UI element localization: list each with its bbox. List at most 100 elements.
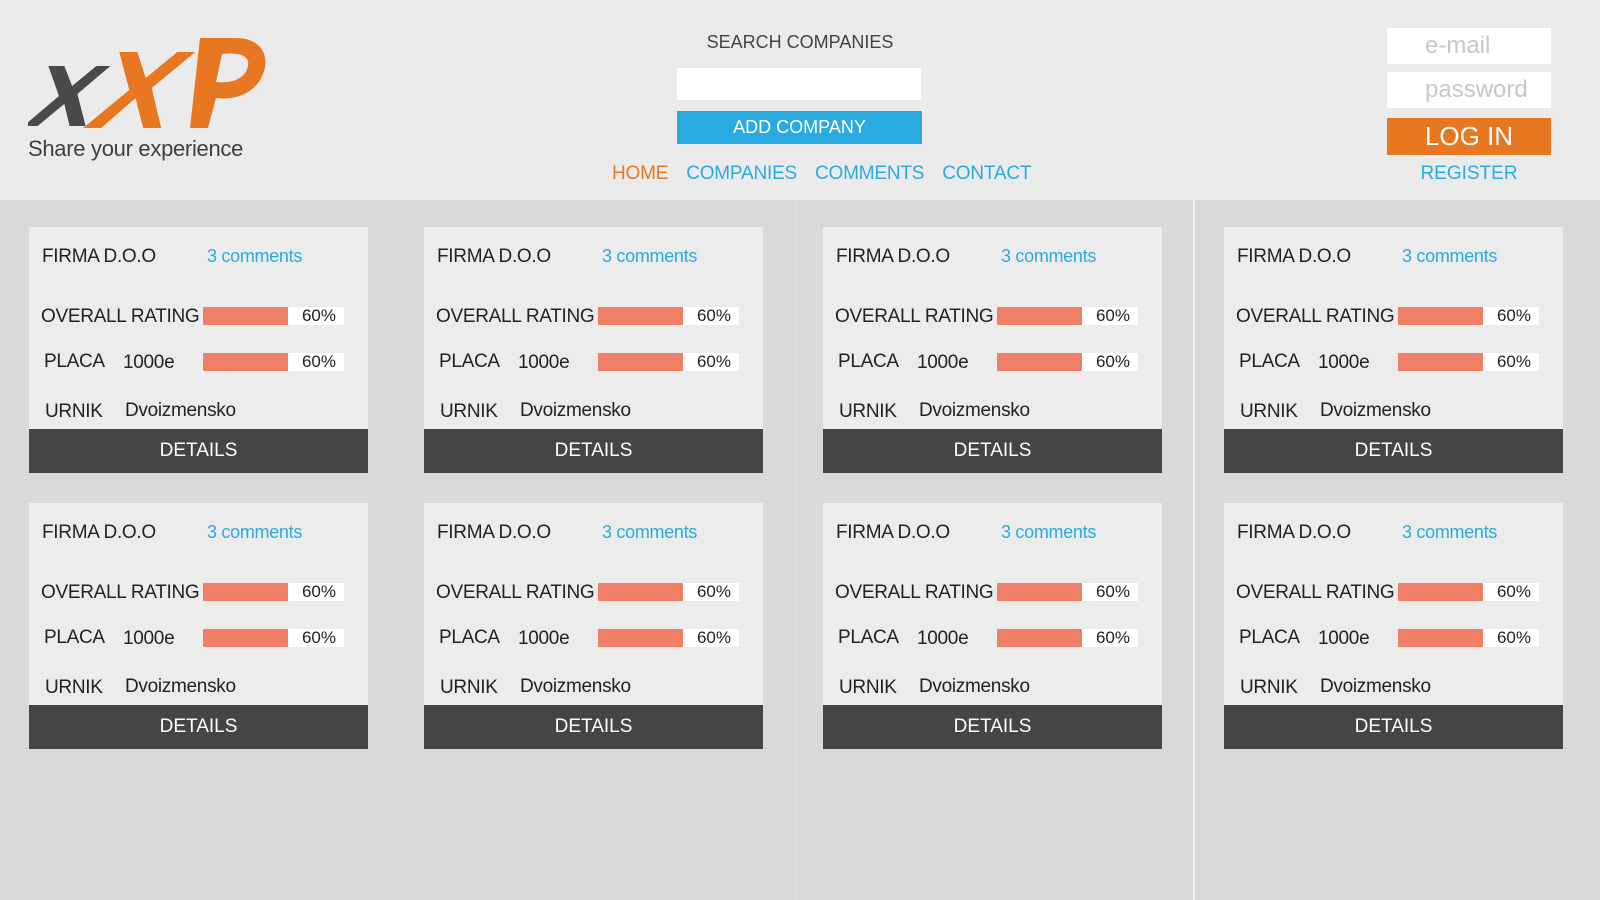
comments-link[interactable]: 3 comments <box>1001 522 1096 543</box>
comments-link[interactable]: 3 comments <box>207 246 302 267</box>
company-name: FIRMA D.O.O <box>42 246 156 267</box>
comments-link[interactable]: 3 comments <box>1402 522 1497 543</box>
comments-link[interactable]: 3 comments <box>1001 246 1096 267</box>
placa-bar: 60% <box>203 629 344 647</box>
overall-rating-label: OVERALL RATING <box>436 582 595 603</box>
company-card: FIRMA D.O.O 3 comments OVERALL RATING 60% PL… <box>1224 503 1563 749</box>
placa-label: PLACA <box>1239 351 1300 372</box>
nav-home[interactable]: HOME <box>612 163 668 185</box>
overall-rating-percent: 60% <box>301 582 336 601</box>
placa-value: 1000e <box>518 352 570 373</box>
placa-label: PLACA <box>838 351 899 372</box>
overall-rating-fill <box>203 307 288 325</box>
xxp-logo[interactable]: Share your experience <box>28 30 268 170</box>
placa-value: 1000e <box>1318 352 1370 373</box>
overall-rating-percent: 60% <box>1095 306 1130 325</box>
overall-rating-bar: 60% <box>997 583 1138 601</box>
urnik-label: URNIK <box>440 401 498 422</box>
add-company-button[interactable]: ADD COMPANY <box>677 111 922 144</box>
nav-companies[interactable]: COMPANIES <box>686 163 797 185</box>
details-button[interactable]: DETAILS <box>424 705 763 749</box>
placa-label: PLACA <box>439 627 500 648</box>
placa-label: PLACA <box>44 627 105 648</box>
placa-percent: 60% <box>301 628 336 647</box>
company-name: FIRMA D.O.O <box>437 522 551 543</box>
details-button[interactable]: DETAILS <box>823 705 1162 749</box>
placa-bar: 60% <box>203 353 344 371</box>
column-divider <box>1193 200 1195 900</box>
overall-rating-percent: 60% <box>301 306 336 325</box>
login-button[interactable]: LOG IN <box>1387 118 1551 155</box>
xxp-logo-icon <box>28 38 266 128</box>
overall-rating-bar: 60% <box>1398 307 1539 325</box>
password-field[interactable] <box>1387 72 1551 108</box>
company-card: FIRMA D.O.O 3 comments OVERALL RATING 60% PL… <box>424 227 763 473</box>
overall-rating-bar: 60% <box>598 583 739 601</box>
overall-rating-fill <box>997 307 1082 325</box>
urnik-value: Dvoizmensko <box>125 400 236 421</box>
tagline: Share your experience <box>28 136 244 161</box>
column-divider <box>796 200 797 900</box>
overall-rating-percent: 60% <box>1496 306 1531 325</box>
urnik-label: URNIK <box>45 401 103 422</box>
overall-rating-fill <box>598 583 683 601</box>
search-input[interactable] <box>677 68 921 100</box>
search-label: SEARCH COMPANIES <box>706 32 894 52</box>
placa-bar: 60% <box>1398 629 1539 647</box>
overall-rating-label: OVERALL RATING <box>1236 582 1395 603</box>
placa-value: 1000e <box>123 352 175 373</box>
overall-rating-percent: 60% <box>1496 582 1531 601</box>
details-button[interactable]: DETAILS <box>1224 429 1563 473</box>
overall-rating-label: OVERALL RATING <box>436 306 595 327</box>
email-field[interactable] <box>1387 28 1551 64</box>
placa-value: 1000e <box>917 628 969 649</box>
company-card: FIRMA D.O.O 3 comments OVERALL RATING 60% PL… <box>1224 227 1563 473</box>
details-button[interactable]: DETAILS <box>424 429 763 473</box>
overall-rating-label: OVERALL RATING <box>835 306 994 327</box>
overall-rating-label: OVERALL RATING <box>1236 306 1395 327</box>
details-button[interactable]: DETAILS <box>1224 705 1563 749</box>
placa-value: 1000e <box>1318 628 1370 649</box>
urnik-value: Dvoizmensko <box>919 400 1030 421</box>
company-card: FIRMA D.O.O 3 comments OVERALL RATING 60% PL… <box>823 503 1162 749</box>
company-card: FIRMA D.O.O 3 comments OVERALL RATING 60% PL… <box>424 503 763 749</box>
overall-rating-fill <box>997 583 1082 601</box>
nav-comments[interactable]: COMMENTS <box>815 163 924 185</box>
nav-contact[interactable]: CONTACT <box>942 163 1031 185</box>
company-card: FIRMA D.O.O 3 comments OVERALL RATING 60% PL… <box>29 227 368 473</box>
placa-label: PLACA <box>1239 627 1300 648</box>
comments-link[interactable]: 3 comments <box>602 522 697 543</box>
overall-rating-bar: 60% <box>203 307 344 325</box>
placa-bar: 60% <box>598 629 739 647</box>
placa-percent: 60% <box>1496 628 1531 647</box>
placa-percent: 60% <box>1095 352 1130 371</box>
urnik-label: URNIK <box>45 677 103 698</box>
placa-percent: 60% <box>301 352 336 371</box>
company-card: FIRMA D.O.O 3 comments OVERALL RATING 60% PL… <box>29 503 368 749</box>
urnik-value: Dvoizmensko <box>919 676 1030 697</box>
details-button[interactable]: DETAILS <box>29 705 368 749</box>
urnik-value: Dvoizmensko <box>125 676 236 697</box>
details-button[interactable]: DETAILS <box>823 429 1162 473</box>
urnik-value: Dvoizmensko <box>520 400 631 421</box>
placa-fill <box>203 629 288 647</box>
urnik-label: URNIK <box>839 401 897 422</box>
comments-link[interactable]: 3 comments <box>602 246 697 267</box>
urnik-label: URNIK <box>440 677 498 698</box>
company-card: FIRMA D.O.O 3 comments OVERALL RATING 60% PL… <box>823 227 1162 473</box>
placa-fill <box>203 353 288 371</box>
urnik-label: URNIK <box>1240 401 1298 422</box>
overall-rating-bar: 60% <box>1398 583 1539 601</box>
register-link[interactable]: REGISTER <box>1387 163 1551 185</box>
overall-rating-label: OVERALL RATING <box>835 582 994 603</box>
details-button[interactable]: DETAILS <box>29 429 368 473</box>
placa-bar: 60% <box>1398 353 1539 371</box>
placa-bar: 60% <box>997 629 1138 647</box>
overall-rating-fill <box>1398 583 1483 601</box>
overall-rating-bar: 60% <box>598 307 739 325</box>
overall-rating-label: OVERALL RATING <box>41 582 200 603</box>
urnik-value: Dvoizmensko <box>1320 676 1431 697</box>
comments-link[interactable]: 3 comments <box>1402 246 1497 267</box>
comments-link[interactable]: 3 comments <box>207 522 302 543</box>
placa-fill <box>997 353 1082 371</box>
